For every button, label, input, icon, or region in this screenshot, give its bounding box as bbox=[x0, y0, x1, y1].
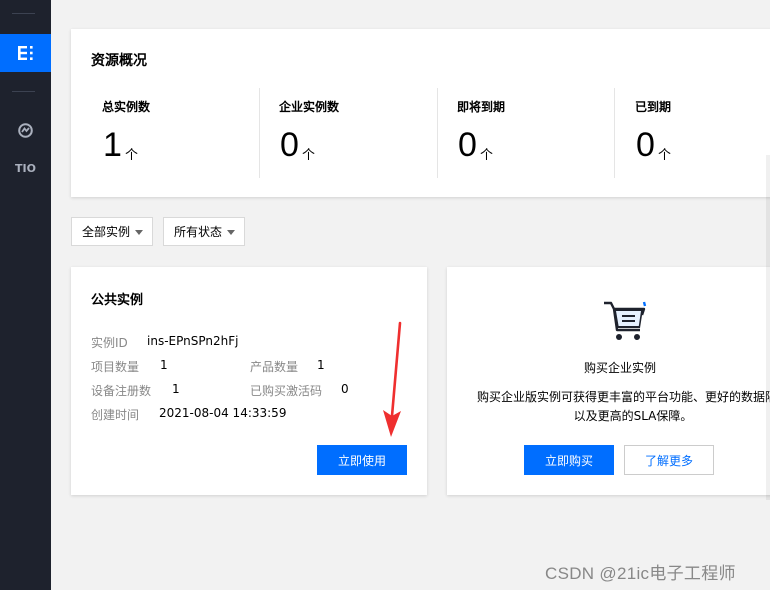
sidebar-divider bbox=[12, 91, 35, 92]
stat-value: 0 bbox=[458, 126, 477, 164]
scroll-edge bbox=[766, 155, 770, 500]
enterprise-description: 购买企业版实例可获得更丰富的平台功能、更好的数据隔 以及更高的SLA保障。 bbox=[467, 388, 770, 426]
enterprise-title: 购买企业实例 bbox=[583, 361, 656, 375]
cart-icon bbox=[604, 301, 647, 340]
activation-code-label: 已购买激活码 bbox=[250, 384, 323, 398]
enterprise-description-line: 以及更高的SLA保障。 bbox=[573, 409, 693, 423]
device-count-label: 设备注册数 bbox=[91, 384, 152, 398]
sidebar: TIO bbox=[0, 0, 51, 590]
stat-divider bbox=[437, 88, 438, 178]
overview-title: 资源概况 bbox=[91, 53, 147, 69]
resource-overview-card: 资源概况 总实例数 1 个 企业实例数 0 个 即将到期 0 个 已到期 0 个 bbox=[71, 29, 770, 197]
stat-label: 企业实例数 bbox=[279, 100, 340, 114]
use-now-button[interactable]: 立即使用 bbox=[317, 445, 407, 475]
stat-value: 0 bbox=[636, 126, 655, 164]
stat-unit: 个 bbox=[302, 148, 316, 163]
stat-label: 已到期 bbox=[635, 100, 672, 114]
sidebar-item-badge[interactable] bbox=[0, 123, 51, 138]
instance-id-label: 实例ID bbox=[91, 336, 128, 350]
project-count-label: 项目数量 bbox=[91, 360, 140, 374]
stat-total-instances: 总实例数 1 个 bbox=[102, 88, 252, 204]
instance-type-select-value: 全部实例 bbox=[82, 225, 131, 239]
instance-card-title: 公共实例 bbox=[91, 293, 144, 308]
caret-down-icon bbox=[227, 230, 235, 235]
created-time-value: 2021-08-04 14:33:59 bbox=[159, 406, 287, 420]
sidebar-divider bbox=[12, 13, 35, 14]
badge-icon bbox=[18, 123, 33, 138]
watermark: CSDN @21ic电子工程师 bbox=[545, 564, 736, 583]
stat-unit: 个 bbox=[480, 148, 494, 163]
instance-id-value: ins-EPnSPn2hFj bbox=[147, 334, 239, 348]
product-count-value: 1 bbox=[317, 358, 325, 372]
stat-unit: 个 bbox=[658, 148, 672, 163]
status-select[interactable]: 所有状态 bbox=[163, 217, 245, 246]
stat-expiring-soon: 即将到期 0 个 bbox=[457, 88, 607, 204]
stat-expired: 已到期 0 个 bbox=[635, 88, 755, 204]
annotation-arrow-icon bbox=[383, 321, 402, 437]
stat-label: 即将到期 bbox=[457, 100, 506, 114]
stat-enterprise-instances: 企业实例数 0 个 bbox=[279, 88, 429, 204]
stat-divider bbox=[614, 88, 615, 178]
sidebar-item-label: TIO bbox=[15, 162, 36, 175]
public-instance-card: 公共实例 实例ID ins-EPnSPn2hFj 项目数量 1 产品数量 1 设… bbox=[71, 267, 427, 495]
sidebar-item-active[interactable] bbox=[0, 34, 51, 72]
created-time-label: 创建时间 bbox=[91, 408, 140, 422]
product-count-label: 产品数量 bbox=[250, 360, 299, 374]
activation-code-value: 0 bbox=[341, 382, 349, 396]
buy-now-button[interactable]: 立即购买 bbox=[524, 445, 614, 475]
stat-unit: 个 bbox=[125, 148, 139, 163]
status-select-value: 所有状态 bbox=[174, 225, 223, 239]
device-count-value: 1 bbox=[172, 382, 180, 396]
grid-icon bbox=[17, 46, 33, 60]
caret-down-icon bbox=[135, 230, 143, 235]
stat-value: 0 bbox=[280, 126, 299, 164]
stat-divider bbox=[259, 88, 260, 178]
enterprise-instance-card: 购买企业实例 购买企业版实例可获得更丰富的平台功能、更好的数据隔 以及更高的SL… bbox=[447, 267, 770, 495]
sidebar-item-tio[interactable]: TIO bbox=[0, 162, 51, 175]
stat-value: 1 bbox=[103, 126, 122, 164]
learn-more-button[interactable]: 了解更多 bbox=[624, 445, 714, 475]
stat-label: 总实例数 bbox=[102, 100, 151, 114]
enterprise-description-line: 购买企业版实例可获得更丰富的平台功能、更好的数据隔 bbox=[476, 390, 770, 404]
project-count-value: 1 bbox=[160, 358, 168, 372]
instance-type-select[interactable]: 全部实例 bbox=[71, 217, 153, 246]
